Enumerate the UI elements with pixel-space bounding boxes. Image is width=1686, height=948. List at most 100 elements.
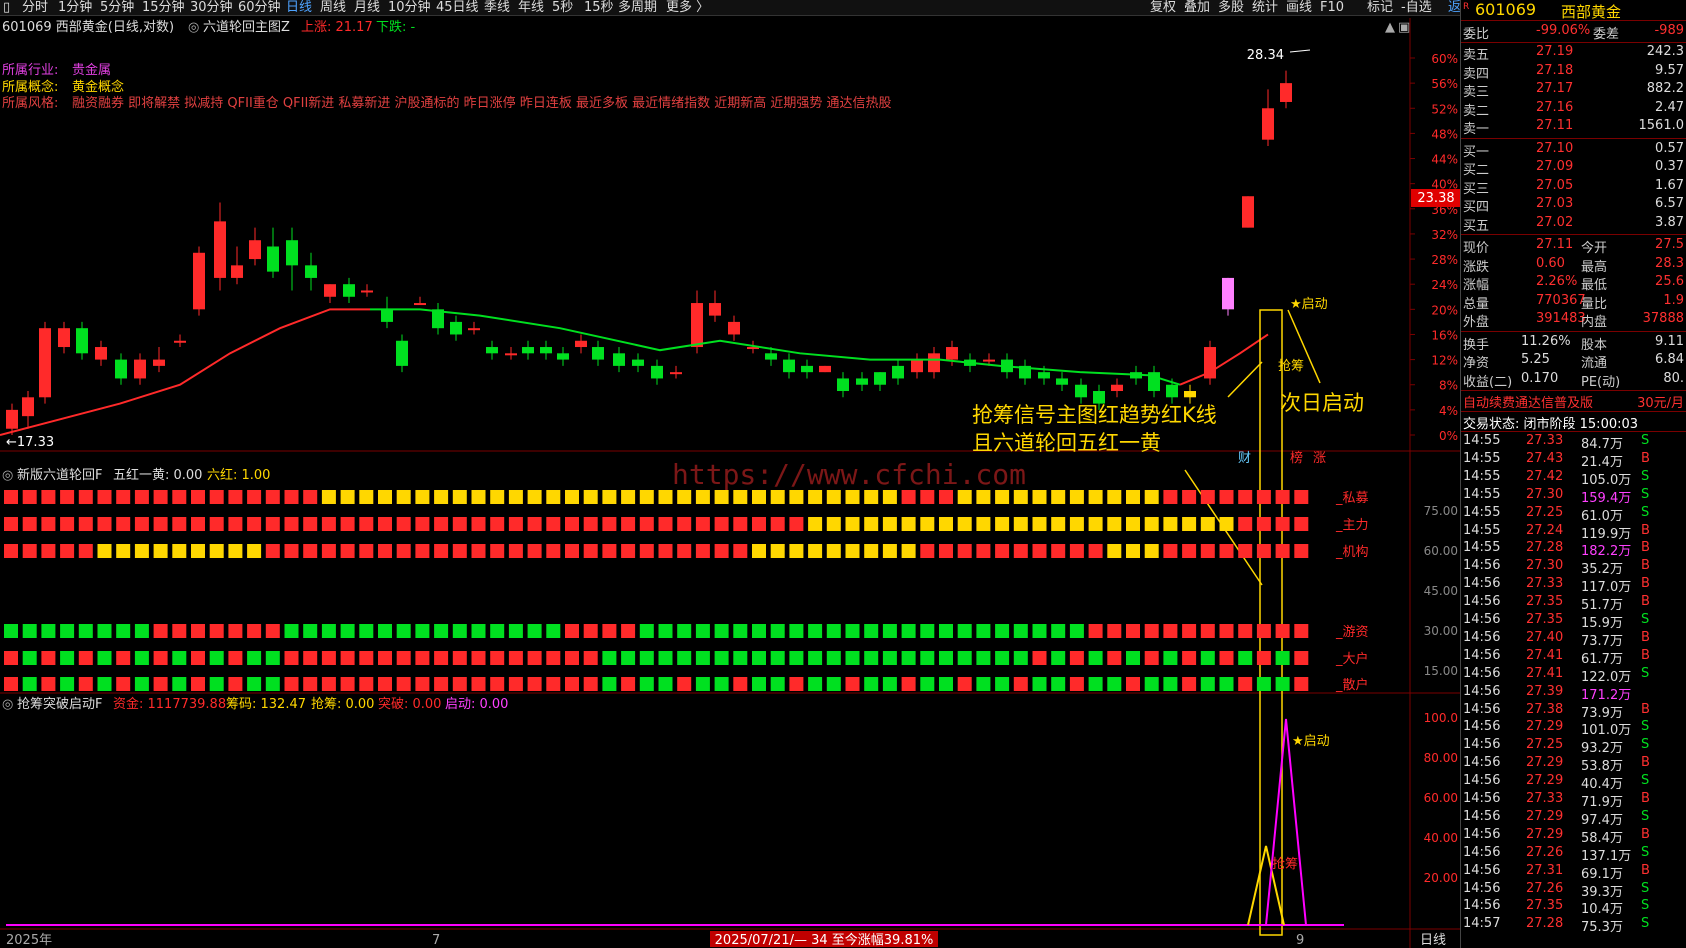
price-axis-tick: 16%: [1431, 328, 1458, 342]
signal-block: [134, 490, 149, 504]
signal-block: [1200, 651, 1215, 665]
signal-block: [602, 517, 617, 531]
signal-block: [490, 490, 505, 504]
signal-block: [1275, 490, 1290, 504]
tick-price: 27.40: [1526, 629, 1564, 645]
panel-separator: [1461, 411, 1686, 412]
signal-block: [228, 624, 243, 638]
signal-block: [4, 651, 18, 665]
signal-block: [527, 677, 542, 691]
signal-block: [396, 517, 411, 531]
signal-block: [209, 677, 224, 691]
signal-block: [1126, 624, 1140, 638]
signal-block: [714, 517, 729, 531]
signal-block: [116, 517, 131, 531]
signal-block: [621, 624, 636, 638]
stat-label2-3: 量比: [1581, 296, 1608, 312]
signal-block: [265, 677, 280, 691]
signal-block: [284, 677, 299, 691]
signal-block: [1200, 490, 1215, 504]
signal-block: [490, 544, 505, 558]
sell-label-4: 卖一: [1463, 122, 1490, 137]
candle-body: [946, 347, 958, 360]
tick-time: 14:55: [1463, 486, 1501, 502]
stat-label-2: 涨幅: [1463, 278, 1490, 293]
candle-body: [450, 321, 462, 335]
tick-side: S: [1641, 433, 1650, 448]
signal-block: [1088, 624, 1103, 638]
candle-body: [396, 340, 408, 366]
price-axis-tick: 8%: [1439, 379, 1458, 393]
buy-vol-2: 1.67: [1655, 177, 1684, 193]
signal-block: [452, 651, 467, 665]
signal-block: [733, 544, 748, 558]
price-axis-tick: 4%: [1439, 404, 1458, 418]
tick-price: 27.25: [1526, 737, 1564, 753]
signal-block: [1069, 677, 1084, 691]
signal-block: [452, 544, 467, 558]
candle-body: [983, 359, 995, 362]
signal-block: [882, 517, 897, 531]
tick-time: 14:56: [1463, 683, 1501, 699]
callout-arrow-1: [1227, 361, 1263, 398]
signal-block: [153, 544, 168, 558]
signal-block: [995, 544, 1010, 558]
sell-vol-0: 242.3: [1646, 44, 1684, 59]
signal-block: [247, 544, 262, 558]
panel2-title: 新版六道轮回F: [17, 467, 102, 483]
signal-block: [508, 517, 523, 531]
tick-side: S: [1641, 737, 1650, 753]
signal-block: [976, 677, 991, 691]
signal-block: [1163, 651, 1178, 665]
signal-block: [508, 624, 523, 638]
tick-price: 27.31: [1526, 862, 1564, 878]
signal-block: [845, 651, 860, 665]
callout-line2: 且六道轮回五红一黄: [972, 431, 1161, 455]
tick-side: B: [1641, 522, 1650, 538]
signal-block: [134, 624, 149, 638]
signal-block: [134, 517, 149, 531]
signal-block: [658, 651, 673, 665]
signal-block: [1256, 651, 1271, 665]
signal-block: [303, 490, 318, 504]
industry-label: 所属行业:: [2, 63, 58, 78]
candle-body: [115, 359, 127, 379]
signal-block: [116, 651, 131, 665]
signal-block: [658, 624, 673, 638]
signal-block: [284, 651, 299, 665]
panel-separator: [1461, 137, 1686, 139]
weibi-value: -99.06%: [1536, 23, 1591, 38]
signal-block: [228, 517, 243, 531]
signal-block: [265, 517, 280, 531]
panel2-row-label-0: _私募: [1335, 491, 1369, 506]
signal-block: [826, 490, 841, 504]
signal-block: [1107, 651, 1122, 665]
signal-block: [1256, 517, 1271, 531]
signal-block: [1238, 517, 1253, 531]
signal-block: [1294, 490, 1309, 504]
signal-block: [546, 624, 561, 638]
signal-block: [920, 490, 935, 504]
candle-body: [174, 340, 186, 343]
candle-body: [856, 378, 868, 385]
tick-price: 27.29: [1526, 755, 1564, 771]
collapse-icon: ▲: [1385, 20, 1395, 35]
tick-volume: 39.3万: [1581, 884, 1623, 900]
down-count-label: 下跌: -: [376, 19, 416, 35]
price-axis-tick: 52%: [1431, 102, 1458, 116]
panel3-axis-tick: 100.0: [1424, 711, 1458, 725]
tick-price: 27.25: [1526, 504, 1564, 520]
candle-body: [522, 347, 534, 354]
signal-block: [265, 490, 280, 504]
tick-time: 14:56: [1463, 898, 1501, 914]
signal-block: [939, 651, 953, 665]
tick-price: 27.35: [1526, 898, 1564, 914]
candle-body: [1075, 384, 1087, 398]
signal-block: [639, 677, 654, 691]
tick-side: S: [1641, 773, 1650, 789]
signal-block: [1013, 517, 1028, 531]
signal-block: [770, 544, 785, 558]
signal-block: [1238, 624, 1253, 638]
signal-block: [565, 490, 579, 504]
signal-block: [976, 624, 991, 638]
